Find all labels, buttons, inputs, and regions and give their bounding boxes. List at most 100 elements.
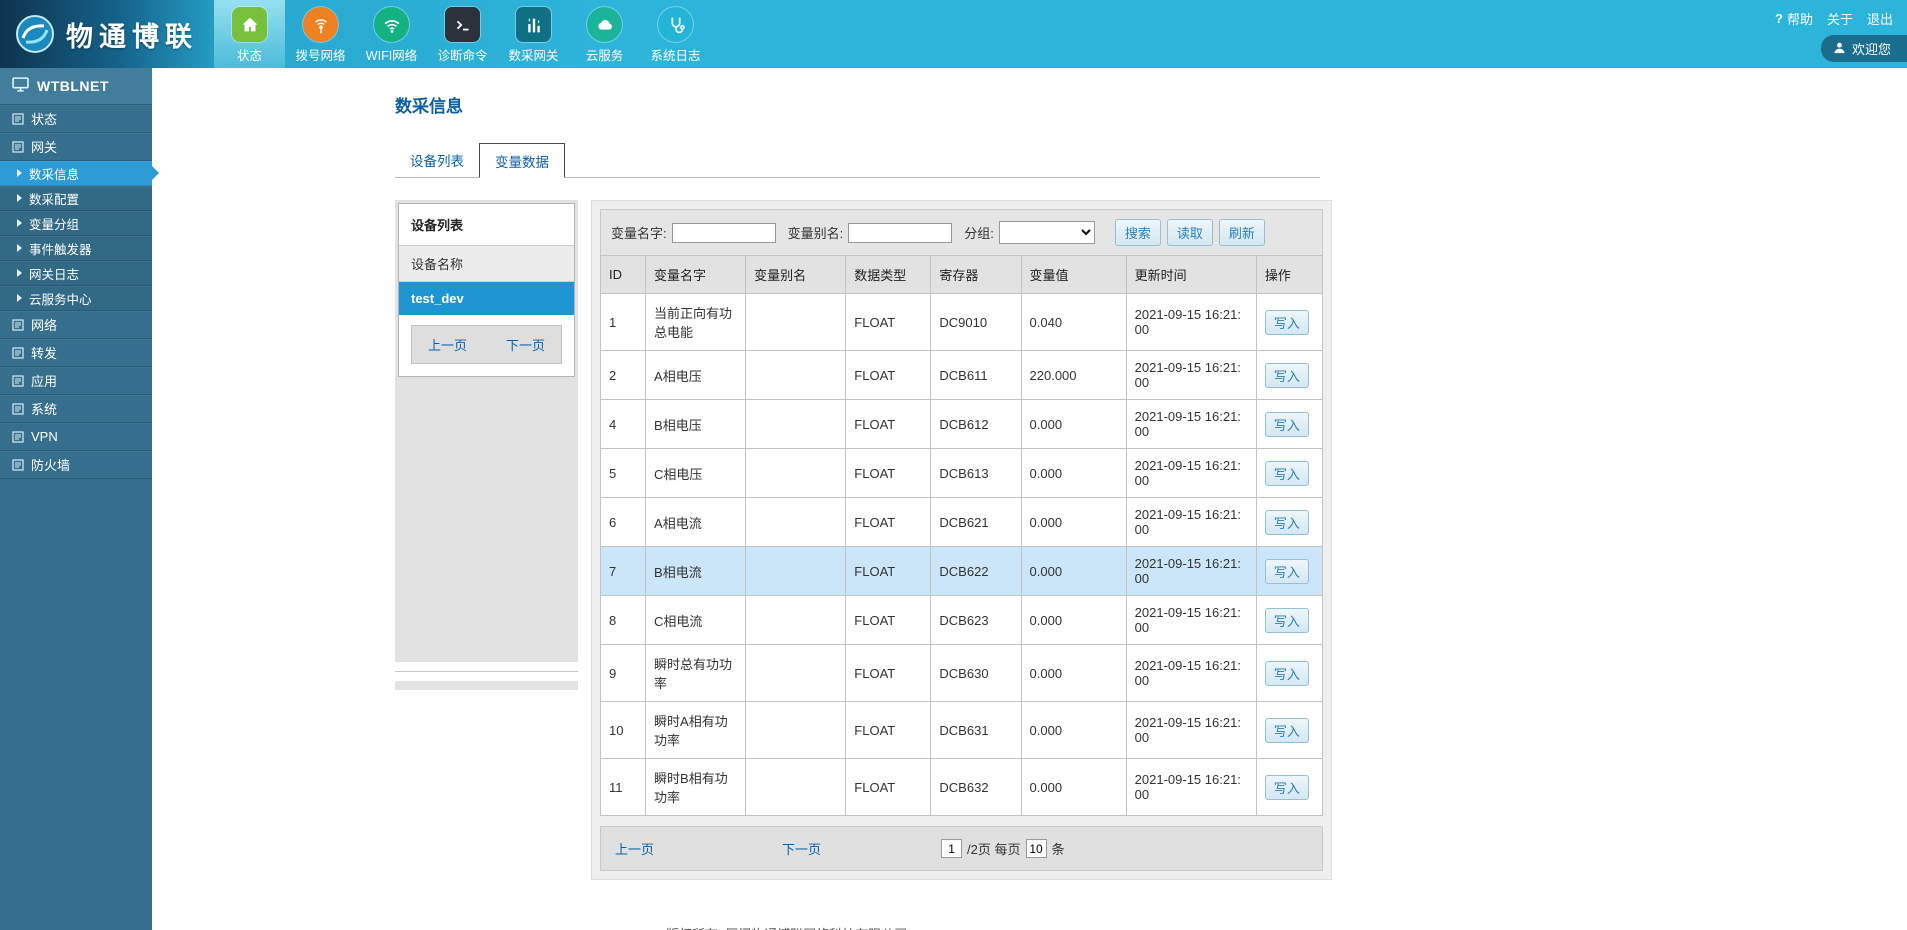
logout-link[interactable]: 退出 — [1867, 9, 1893, 28]
table-cell: 2021-09-15 16:21:00 — [1126, 645, 1256, 702]
column-header: 操作 — [1256, 256, 1322, 294]
table-row[interactable]: 1当前正向有功总电能FLOATDC90100.0402021-09-15 16:… — [601, 294, 1323, 351]
var-alias-input[interactable] — [848, 223, 952, 243]
sidebar-item-label: 网络 — [31, 315, 57, 334]
sidebar-subitem-gateway-log[interactable]: 网关日志 — [0, 261, 152, 286]
device-next-page-link[interactable]: 下一页 — [506, 335, 545, 354]
table-cell: FLOAT — [846, 645, 931, 702]
sidebar-header: WTBLNET — [0, 68, 152, 105]
top-nav-cloud-service[interactable]: 云服务 — [569, 0, 640, 68]
sidebar-item-label: 防火墙 — [31, 455, 70, 474]
write-button[interactable]: 写入 — [1265, 363, 1309, 388]
about-link[interactable]: 关于 — [1827, 9, 1853, 28]
sidebar-item-vpn[interactable]: VPN — [0, 423, 152, 451]
search-button[interactable]: 搜索 — [1115, 219, 1161, 246]
top-nav-dial-network[interactable]: 拨号网络 — [285, 0, 356, 68]
sidebar-subitem-data-collection-config[interactable]: 数采配置 — [0, 186, 152, 211]
tab-variable-data[interactable]: 变量数据 — [479, 143, 565, 178]
table-row[interactable]: 7B相电流FLOATDCB6220.0002021-09-15 16:21:00… — [601, 547, 1323, 596]
brand-name: 物通博联 — [66, 15, 198, 54]
table-cell: 0.000 — [1021, 449, 1126, 498]
variable-table: ID变量名字变量别名数据类型寄存器变量值更新时间操作 1当前正向有功总电能FLO… — [600, 255, 1323, 816]
top-bar: 物通博联 状态拨号网络WIFI网络诊断命令数采网关云服务系统日志 ? 帮助 关于… — [0, 0, 1907, 68]
sidebar-item-firewall[interactable]: 防火墙 — [0, 451, 152, 479]
tab-device-list[interactable]: 设备列表 — [395, 143, 479, 177]
sidebar-subitem-event-trigger[interactable]: 事件触发器 — [0, 236, 152, 261]
filter-bar: 变量名字: 变量别名: 分组: 搜索 读取 刷新 — [600, 209, 1323, 255]
column-header: 更新时间 — [1126, 256, 1256, 294]
read-button[interactable]: 读取 — [1167, 219, 1213, 246]
sidebar-item-application[interactable]: 应用 — [0, 367, 152, 395]
write-button[interactable]: 写入 — [1265, 718, 1309, 743]
top-nav-system-log[interactable]: 系统日志 — [640, 0, 711, 68]
top-nav-data-gateway[interactable]: 数采网关 — [498, 0, 569, 68]
sidebar-title: WTBLNET — [37, 78, 109, 94]
table-cell: 0.000 — [1021, 547, 1126, 596]
sidebar-subitem-label: 网关日志 — [29, 264, 79, 283]
table-row[interactable]: 6A相电流FLOATDCB6210.0002021-09-15 16:21:00… — [601, 498, 1323, 547]
unit-label: 条 — [1052, 839, 1065, 858]
dial-network-icon — [303, 7, 338, 42]
brand-logo-icon — [14, 13, 56, 55]
sidebar-subitem-label: 数采配置 — [29, 189, 79, 208]
page-size-input[interactable] — [1026, 839, 1047, 858]
device-prev-page-link[interactable]: 上一页 — [428, 335, 467, 354]
write-button[interactable]: 写入 — [1265, 559, 1309, 584]
table-cell-actions: 写入 — [1256, 759, 1322, 816]
help-link[interactable]: 帮助 — [1787, 9, 1813, 28]
brand-logo: 物通博联 — [0, 0, 214, 68]
column-header: 寄存器 — [931, 256, 1021, 294]
write-button[interactable]: 写入 — [1265, 775, 1309, 800]
table-cell — [746, 596, 846, 645]
sidebar-subitem-variable-group[interactable]: 变量分组 — [0, 211, 152, 236]
top-nav-status[interactable]: 状态 — [214, 0, 285, 68]
next-page-link[interactable]: 下一页 — [782, 839, 821, 858]
table-cell — [746, 294, 846, 351]
sidebar-subitem-cloud-service-center[interactable]: 云服务中心 — [0, 286, 152, 311]
device-list-item[interactable]: test_dev — [399, 282, 574, 315]
refresh-button[interactable]: 刷新 — [1219, 219, 1265, 246]
table-row[interactable]: 11瞬时B相有功功率FLOATDCB6320.0002021-09-15 16:… — [601, 759, 1323, 816]
sidebar-item-gateway[interactable]: 网关 — [0, 133, 152, 161]
content-row: 设备列表 设备名称 test_dev 上一页 下一页 变量名字: 变量别名: — [395, 200, 1907, 880]
sidebar-item-label: 系统 — [31, 399, 57, 418]
table-cell: 1 — [601, 294, 646, 351]
sidebar-item-network[interactable]: 网络 — [0, 311, 152, 339]
table-cell: 瞬时A相有功功率 — [646, 702, 746, 759]
table-row[interactable]: 4B相电压FLOATDCB6120.0002021-09-15 16:21:00… — [601, 400, 1323, 449]
top-nav-wifi-network[interactable]: WIFI网络 — [356, 0, 427, 68]
top-nav-label: 诊断命令 — [427, 45, 498, 64]
sidebar-item-system[interactable]: 系统 — [0, 395, 152, 423]
write-button[interactable]: 写入 — [1265, 461, 1309, 486]
table-cell: 瞬时总有功功率 — [646, 645, 746, 702]
top-nav-label: 数采网关 — [498, 45, 569, 64]
table-cell: 2021-09-15 16:21:00 — [1126, 400, 1256, 449]
triangle-icon — [17, 244, 22, 252]
table-row[interactable]: 10瞬时A相有功功率FLOATDCB6310.0002021-09-15 16:… — [601, 702, 1323, 759]
table-row[interactable]: 8C相电流FLOATDCB6230.0002021-09-15 16:21:00… — [601, 596, 1323, 645]
table-cell — [746, 547, 846, 596]
page-number-input[interactable] — [941, 839, 962, 858]
table-cell: 0.000 — [1021, 759, 1126, 816]
table-cell: 5 — [601, 449, 646, 498]
prev-page-link[interactable]: 上一页 — [615, 839, 654, 858]
tab-bar: 设备列表变量数据 — [395, 143, 1320, 178]
device-pager: 上一页 下一页 — [411, 325, 562, 364]
sidebar-subitem-data-collection-info[interactable]: 数采信息 — [0, 161, 152, 186]
sidebar: WTBLNET 状态网关数采信息数采配置变量分组事件触发器网关日志云服务中心网络… — [0, 68, 152, 930]
write-button[interactable]: 写入 — [1265, 412, 1309, 437]
top-nav-diagnostic-command[interactable]: 诊断命令 — [427, 0, 498, 68]
sidebar-item-forward[interactable]: 转发 — [0, 339, 152, 367]
sidebar-item-label: 状态 — [31, 109, 57, 128]
var-name-input[interactable] — [672, 223, 776, 243]
sidebar-item-status[interactable]: 状态 — [0, 105, 152, 133]
group-select[interactable] — [999, 221, 1095, 244]
write-button[interactable]: 写入 — [1265, 608, 1309, 633]
table-row[interactable]: 5C相电压FLOATDCB6130.0002021-09-15 16:21:00… — [601, 449, 1323, 498]
write-button[interactable]: 写入 — [1265, 510, 1309, 535]
write-button[interactable]: 写入 — [1265, 661, 1309, 686]
table-row[interactable]: 9瞬时总有功功率FLOATDCB6300.0002021-09-15 16:21… — [601, 645, 1323, 702]
document-icon — [12, 347, 24, 359]
table-row[interactable]: 2A相电压FLOATDCB611220.0002021-09-15 16:21:… — [601, 351, 1323, 400]
write-button[interactable]: 写入 — [1265, 310, 1309, 335]
